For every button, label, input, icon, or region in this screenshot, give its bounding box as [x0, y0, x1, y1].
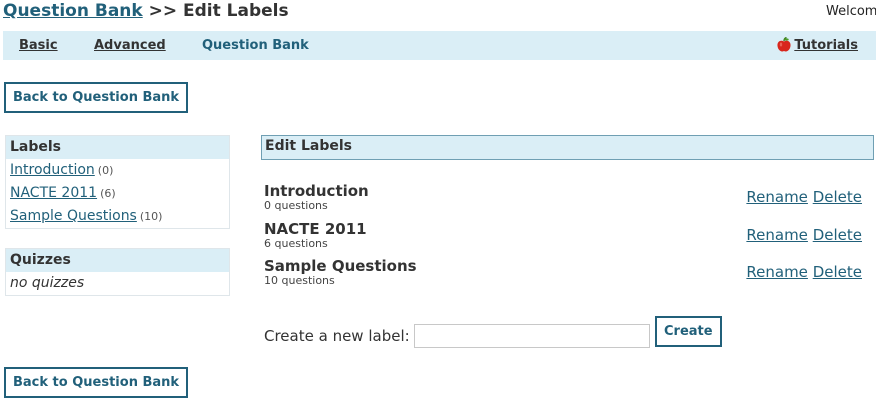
labels-panel: Labels Introduction (0) NACTE 2011 (6) Sam… [5, 135, 230, 229]
quizzes-panel: Quizzes no quizzes [5, 248, 230, 296]
quizzes-empty-text: no quizzes [10, 275, 85, 291]
sidebar-label-count: (6) [100, 187, 116, 200]
label-actions: Rename Delete [746, 226, 862, 244]
welcome-text: Welcom [826, 4, 876, 19]
sidebar-label-link[interactable]: Sample Questions [10, 208, 137, 224]
label-actions: Rename Delete [746, 188, 862, 206]
back-to-question-bank-button-top[interactable]: Back to Question Bank [4, 82, 189, 113]
sidebar-label-item: NACTE 2011 (6) [6, 182, 229, 205]
create-button[interactable]: Create [655, 316, 722, 347]
sidebar-label-item: Introduction (0) [6, 159, 229, 182]
breadcrumb-current: >> Edit Labels [142, 1, 289, 21]
rename-link[interactable]: Rename [746, 188, 808, 206]
page-title: Question Bank >> Edit Labels [3, 1, 289, 21]
sidebar-label-count: (10) [139, 210, 163, 223]
create-label-prompt: Create a new label: [264, 327, 410, 345]
label-row: Introduction 0 questions Rename Delete [264, 182, 874, 218]
sidebar-label-item: Sample Questions (10) [6, 205, 229, 228]
delete-link[interactable]: Delete [813, 226, 862, 244]
nav-question-bank-link[interactable]: Question Bank [202, 38, 309, 53]
delete-link[interactable]: Delete [813, 188, 862, 206]
nav-basic-link[interactable]: Basic [19, 38, 58, 53]
back-to-question-bank-button-bottom[interactable]: Back to Question Bank [4, 367, 189, 398]
edit-labels-header: Edit Labels [261, 135, 874, 160]
new-label-input[interactable] [414, 324, 650, 348]
rename-link[interactable]: Rename [746, 226, 808, 244]
sidebar-label-link[interactable]: NACTE 2011 [10, 185, 97, 201]
nav-advanced-link[interactable]: Advanced [94, 38, 166, 53]
sidebar-label-link[interactable]: Introduction [10, 162, 95, 178]
labels-panel-title: Labels [6, 136, 229, 159]
nav-bar: Basic Advanced Question Bank Tutorials [3, 31, 876, 60]
sidebar-label-count: (0) [97, 164, 114, 177]
label-row: Sample Questions 10 questions Rename Del… [264, 257, 874, 293]
delete-link[interactable]: Delete [813, 263, 862, 281]
quizzes-panel-title: Quizzes [6, 249, 229, 272]
apple-icon [777, 37, 791, 52]
nav-tutorials-link[interactable]: Tutorials [794, 38, 858, 53]
label-actions: Rename Delete [746, 263, 862, 281]
label-row: NACTE 2011 6 questions Rename Delete [264, 220, 874, 256]
breadcrumb-question-bank-link[interactable]: Question Bank [3, 1, 143, 21]
rename-link[interactable]: Rename [746, 263, 808, 281]
